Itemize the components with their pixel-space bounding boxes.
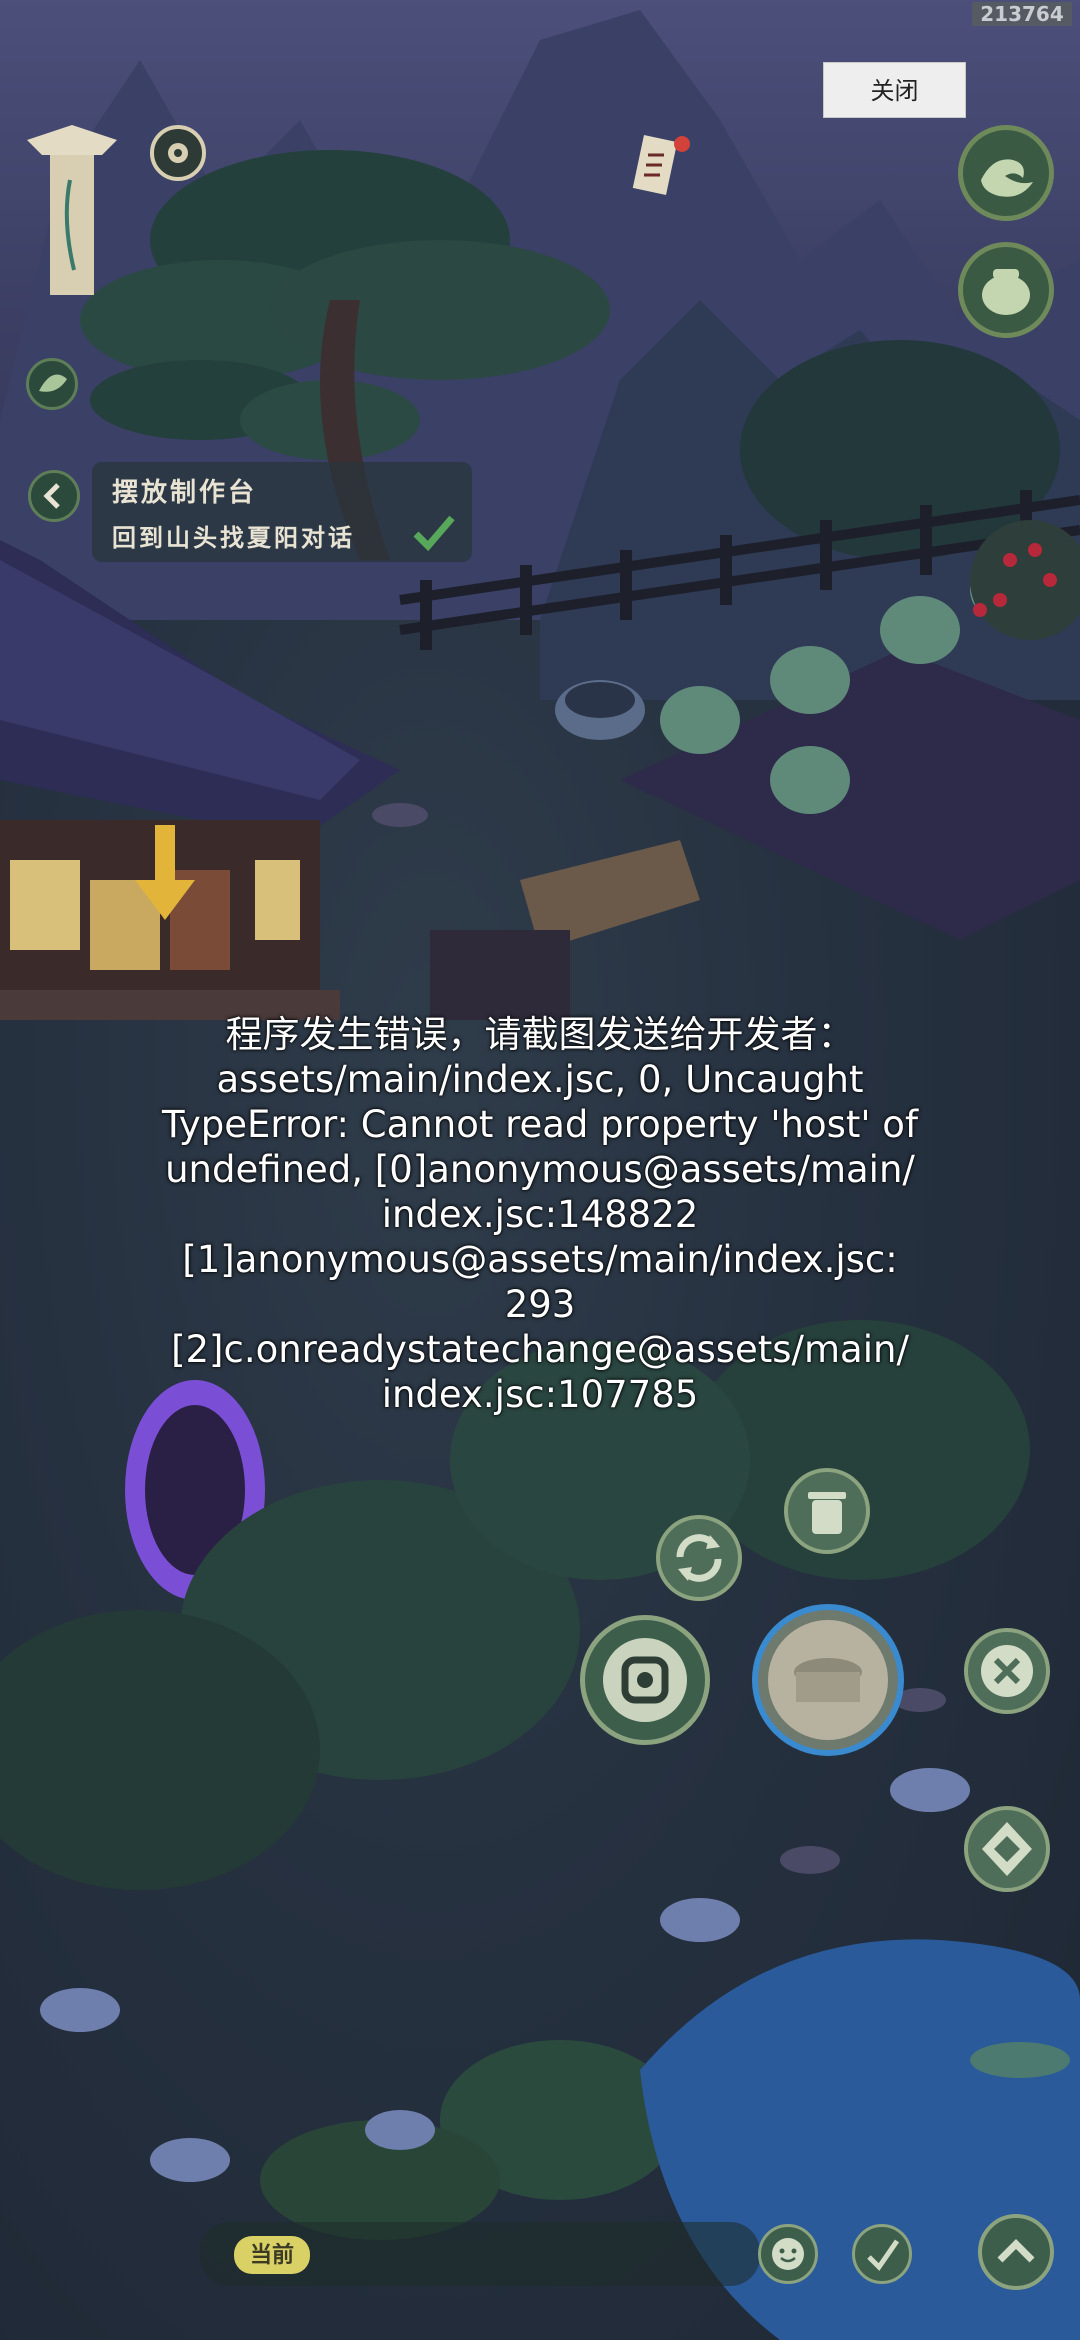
error-line: index.jsc:148822: [381, 1193, 699, 1236]
error-line: TypeError: Cannot read property 'host' o…: [162, 1103, 918, 1146]
quick-button[interactable]: [852, 2224, 912, 2284]
close-button[interactable]: 关闭: [823, 62, 966, 118]
leaf-icon[interactable]: [26, 358, 78, 410]
move-button[interactable]: [964, 1806, 1050, 1892]
emote-icon: [772, 2238, 804, 2270]
scroll-icon[interactable]: [630, 130, 690, 200]
compass-icon[interactable]: [150, 125, 206, 181]
chevron-up-icon: [997, 2239, 1035, 2263]
chevron-left-icon: [43, 483, 60, 509]
expand-button[interactable]: [978, 2214, 1054, 2290]
close-icon: [981, 1645, 1033, 1697]
trash-button[interactable]: [784, 1468, 870, 1554]
quest-title: 摆放制作台: [112, 478, 258, 508]
error-line: [2]c.onreadystatechange@assets/main/: [171, 1328, 909, 1371]
move-icon: [982, 1822, 1032, 1876]
quick-icon: [867, 2239, 900, 2271]
recycle-icon: [603, 1638, 687, 1722]
place-icon: [768, 1620, 888, 1740]
recycle-button[interactable]: [580, 1615, 710, 1745]
error-line: undefined, [0]anonymous@assets/main/: [165, 1148, 915, 1191]
error-line: assets/main/index.jsc, 0, Uncaught: [216, 1058, 864, 1101]
rotate-button[interactable]: [656, 1515, 742, 1601]
pot-icon[interactable]: [958, 242, 1054, 338]
trash-icon: [808, 1492, 846, 1534]
quest-tracker[interactable]: 摆放制作台 回到山头找夏阳对话: [92, 462, 472, 562]
chat-channel-label[interactable]: 当前: [234, 2236, 310, 2274]
emote-button[interactable]: [758, 2224, 818, 2284]
rotate-icon: [676, 1534, 722, 1582]
place-button[interactable]: [752, 1604, 904, 1756]
error-line: index.jsc:107785: [381, 1373, 699, 1416]
build-id-label: 213764: [972, 2, 1072, 26]
error-message: 程序发生错误，请截图发送给开发者： assets/main/index.jsc,…: [100, 1012, 980, 1417]
tower-icon[interactable]: [22, 120, 122, 300]
check-icon: [413, 515, 455, 552]
quest-objective: 回到山头找夏阳对话: [112, 523, 355, 552]
error-line: 293: [504, 1283, 576, 1326]
cancel-button[interactable]: [964, 1628, 1050, 1714]
error-line: 程序发生错误，请截图发送给开发者：: [225, 1013, 855, 1056]
error-line: [1]anonymous@assets/main/index.jsc:: [182, 1238, 898, 1281]
wave-icon[interactable]: [958, 125, 1054, 221]
quest-collapse-button[interactable]: [28, 470, 80, 522]
